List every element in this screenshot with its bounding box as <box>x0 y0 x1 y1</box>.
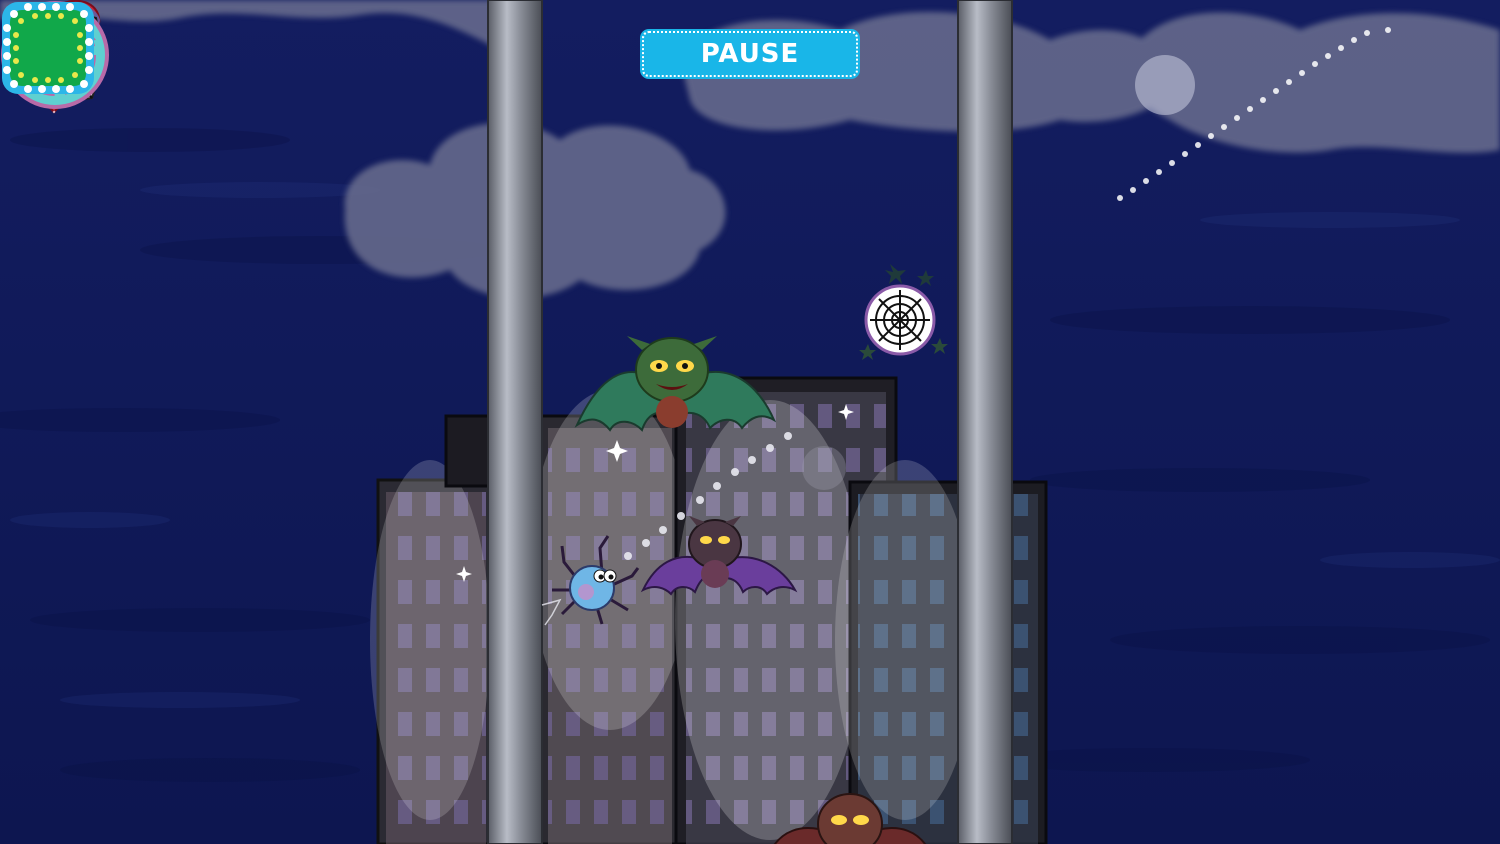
building-left <box>370 460 492 844</box>
building-center-left <box>530 390 690 844</box>
game-scene: PAUSE <box>0 0 1500 844</box>
web-pole-left <box>487 0 543 844</box>
web-pole-right <box>957 0 1013 844</box>
game-background <box>0 0 1500 844</box>
pause-button[interactable]: PAUSE <box>642 31 858 77</box>
stop-square-icon[interactable] <box>0 0 96 96</box>
moon-glow <box>1135 55 1195 115</box>
aim-target-ring <box>802 446 846 490</box>
building-right <box>835 460 1048 844</box>
